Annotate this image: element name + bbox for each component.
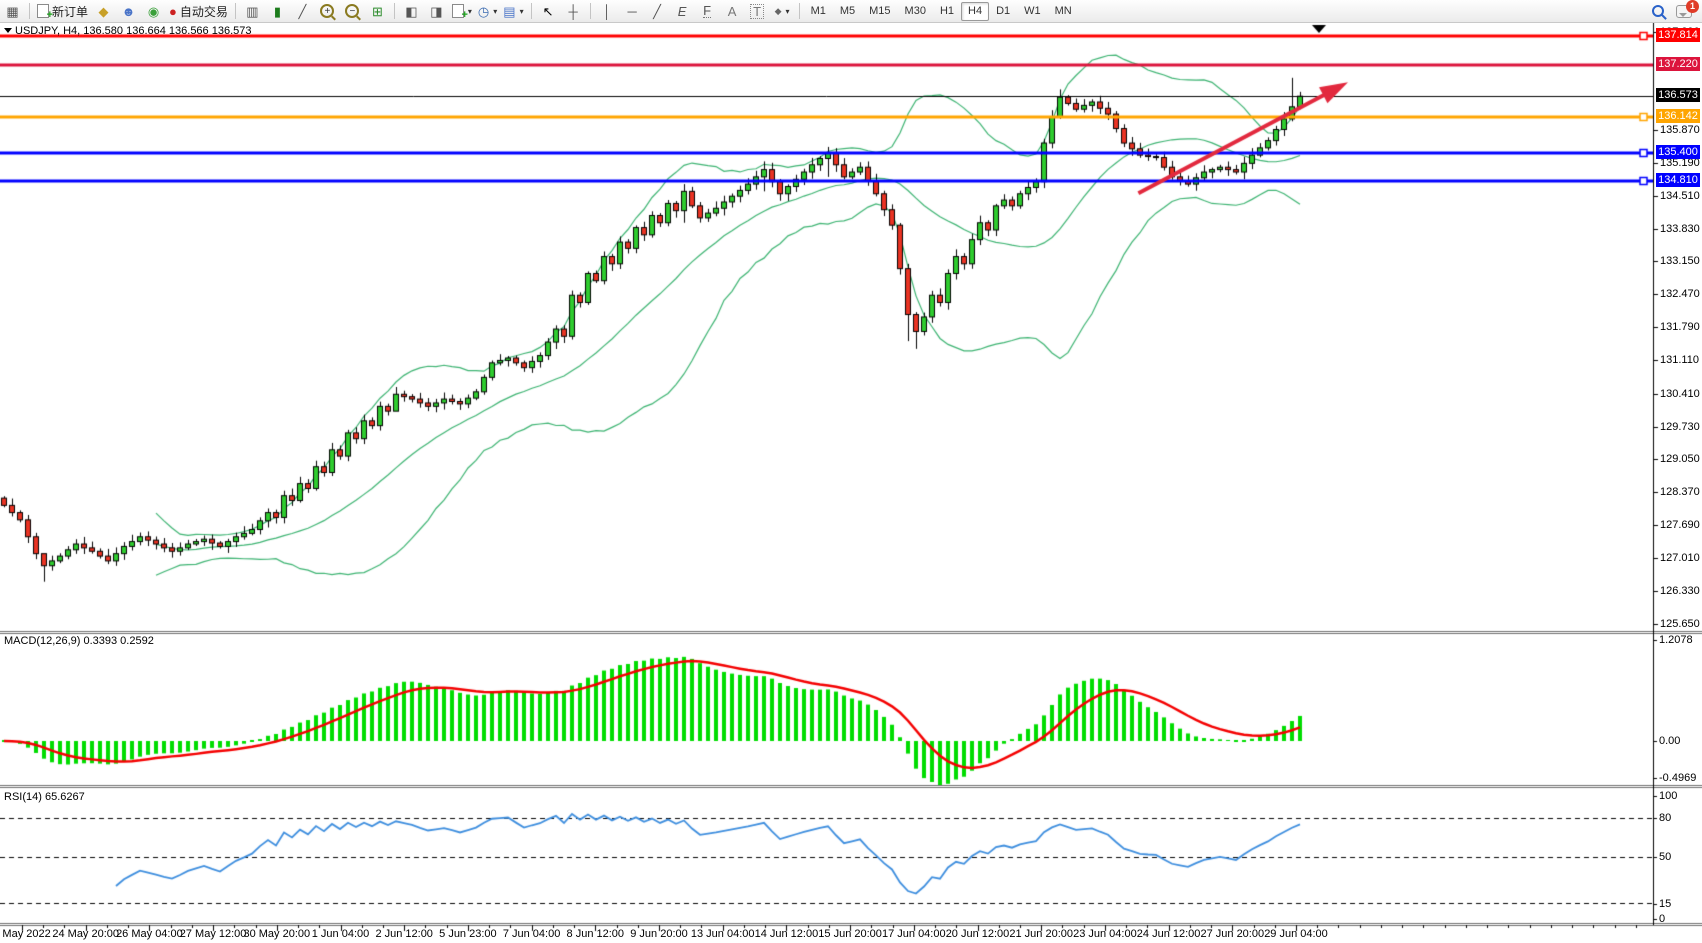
chart-canvas[interactable] <box>0 0 1702 943</box>
autotrade-icon: ● <box>169 5 177 18</box>
window-icon[interactable]: ▦ <box>0 2 25 20</box>
timeframe-button-mn[interactable]: MN <box>1048 2 1079 21</box>
candle-chart-icon[interactable]: ▮ <box>265 2 290 20</box>
toolbar-separator <box>235 3 236 19</box>
tile-windows-icon[interactable]: ⊞ <box>365 2 390 20</box>
toolbar-separator <box>531 3 532 19</box>
timeframe-button-m30[interactable]: M30 <box>898 2 933 21</box>
toolbar-separator <box>29 3 30 19</box>
clock-icon: ◷ <box>478 5 489 18</box>
macd-indicator-label: MACD(12,26,9) 0.3393 0.2592 <box>4 635 154 647</box>
arrange-left-icon[interactable]: ◧ <box>399 2 424 20</box>
vertical-line-icon[interactable]: │ <box>595 2 620 20</box>
search-icon[interactable] <box>1652 5 1664 17</box>
text-label-icon[interactable]: T <box>745 2 770 20</box>
timeframe-button-d1[interactable]: D1 <box>989 2 1017 21</box>
period-dropdown[interactable]: ◷ ▾ <box>475 2 500 20</box>
toolbar-separator <box>590 3 591 19</box>
rsi-indicator-label: RSI(14) 65.6267 <box>4 791 85 803</box>
trendline-icon[interactable]: ╱ <box>645 2 670 20</box>
crosshair-icon[interactable]: ┼ <box>561 2 586 20</box>
toolbar-separator <box>799 3 800 19</box>
shapes-icon: ◆ <box>775 7 782 16</box>
new-order-label: 新订单 <box>52 3 88 20</box>
timeframe-button-m1[interactable]: M1 <box>804 2 833 21</box>
toolbar: ▦ + 新订单 ◆ ☻ ◉ ● 自动交易 ▥ ▮ ╱ + − ⊞ ◧ ◨ + ▾… <box>0 0 1702 23</box>
template-icon: ▤ <box>503 5 515 18</box>
timeframe-button-m15[interactable]: M15 <box>862 2 897 21</box>
shapes-dropdown[interactable]: ◆ ▾ <box>770 2 795 20</box>
timeframe-button-h1[interactable]: H1 <box>933 2 961 21</box>
new-chart-dropdown[interactable]: + ▾ <box>449 2 475 20</box>
chart-title: USDJPY, H4, 136.580 136.664 136.566 136.… <box>15 25 251 37</box>
zoom-in-icon[interactable]: + <box>315 2 340 20</box>
line-chart-icon[interactable]: ╱ <box>290 2 315 20</box>
toolbar-separator <box>394 3 395 19</box>
bar-chart-icon[interactable]: ▥ <box>240 2 265 20</box>
template-dropdown[interactable]: ▤ ▾ <box>500 2 526 20</box>
timeframe-button-m5[interactable]: M5 <box>833 2 862 21</box>
new-order-button[interactable]: + 新订单 <box>34 2 91 20</box>
new-chart-icon: + <box>452 4 464 18</box>
notification-badge: 1 <box>1686 0 1699 13</box>
notifications-icon[interactable]: 1 <box>1676 5 1692 18</box>
arrange-right-icon[interactable]: ◨ <box>424 2 449 20</box>
signal-icon[interactable]: ◉ <box>141 2 166 20</box>
horizontal-line-icon[interactable]: ─ <box>620 2 645 20</box>
autotrade-button[interactable]: ● 自动交易 <box>166 2 231 20</box>
fibonacci-icon[interactable]: F <box>695 2 720 20</box>
timeframe-button-w1[interactable]: W1 <box>1017 2 1048 21</box>
zoom-out-icon[interactable]: − <box>340 2 365 20</box>
timeframe-button-h4[interactable]: H4 <box>961 2 989 21</box>
timeframe-toolbar: M1M5M15M30H1H4D1W1MN <box>804 2 1079 21</box>
market-watch-icon[interactable]: ◆ <box>91 2 116 20</box>
toolbar-right: 1 <box>1652 5 1692 18</box>
profile-icon[interactable]: ☻ <box>116 2 141 20</box>
symbol-collapse-icon[interactable] <box>4 28 12 33</box>
new-order-icon: + <box>37 4 49 18</box>
equidistant-channel-icon[interactable]: E <box>670 2 695 20</box>
text-icon[interactable]: A <box>720 2 745 20</box>
cursor-icon[interactable]: ↖ <box>536 2 561 20</box>
autotrade-label: 自动交易 <box>180 3 228 20</box>
